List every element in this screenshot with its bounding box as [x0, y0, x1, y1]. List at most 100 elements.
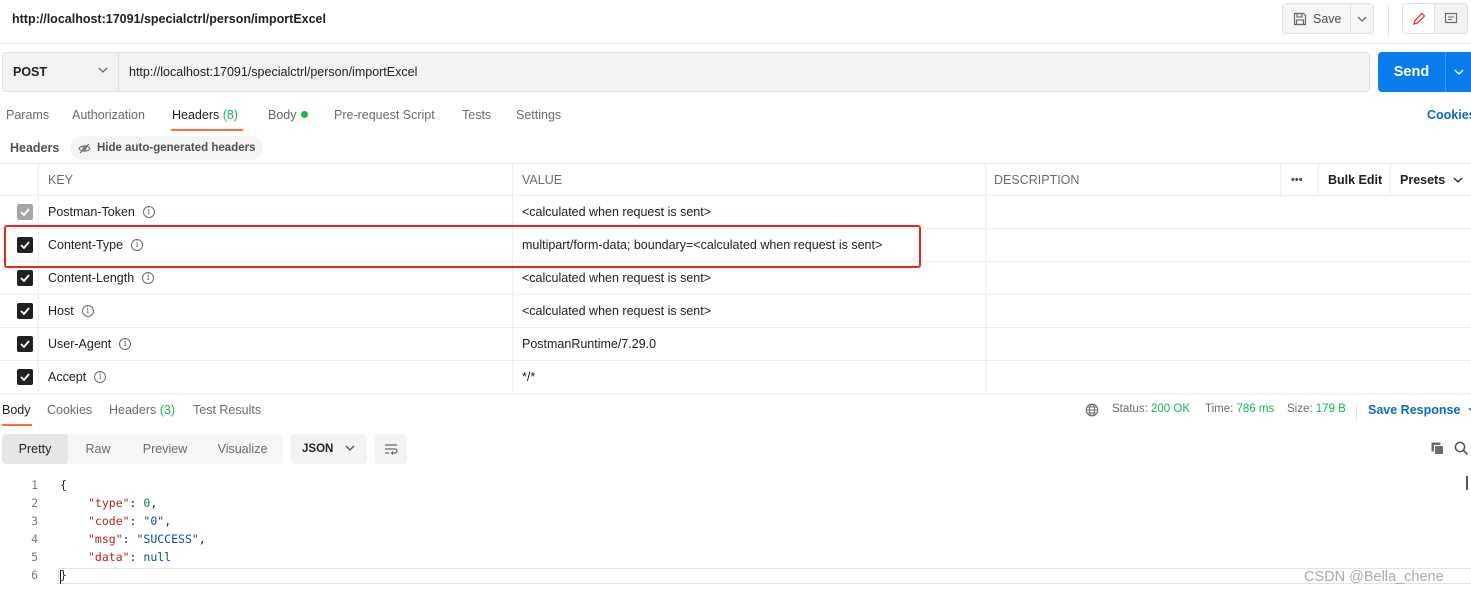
- save-options-button[interactable]: [1351, 4, 1373, 33]
- highlight-box: [4, 225, 921, 268]
- json-key: "type": [88, 496, 130, 510]
- code-line: "code": "0",: [88, 514, 172, 528]
- hide-auto-headers-button[interactable]: Hide auto-generated headers: [70, 136, 264, 160]
- globe-icon[interactable]: [1085, 403, 1099, 417]
- row-checkbox[interactable]: [17, 204, 33, 220]
- comment-icon: [1444, 12, 1458, 23]
- response-tab-body[interactable]: Body: [2, 403, 31, 417]
- request-name[interactable]: http://localhost:17091/specialctrl/perso…: [12, 12, 326, 26]
- column-header-description: DESCRIPTION: [994, 172, 1080, 187]
- response-headers-count: (3): [159, 403, 176, 417]
- header-key-cell[interactable]: User-Agent i: [48, 328, 132, 360]
- save-response-button[interactable]: Save Response: [1368, 403, 1471, 417]
- view-pretty-button[interactable]: Pretty: [2, 434, 68, 464]
- info-icon[interactable]: i: [81, 305, 94, 317]
- tab-prerequest-script[interactable]: Pre-request Script: [334, 108, 435, 122]
- header-key-cell[interactable]: Accept i: [48, 361, 107, 393]
- tab-settings[interactable]: Settings: [516, 108, 561, 122]
- more-options-button[interactable]: •••: [1291, 164, 1303, 195]
- tab-headers[interactable]: Headers (8): [172, 108, 238, 122]
- tab-body[interactable]: Body: [268, 108, 308, 122]
- mode-toggle[interactable]: [1402, 3, 1468, 34]
- header-key: Content-Length: [48, 271, 135, 285]
- method-select[interactable]: POST: [2, 52, 118, 92]
- line-number: 6: [31, 568, 38, 582]
- line-number: 2: [31, 496, 38, 510]
- send-options-button[interactable]: [1445, 52, 1471, 92]
- response-tab-test-results[interactable]: Test Results: [193, 403, 261, 417]
- text-cursor: [60, 570, 61, 584]
- json-comma: ,: [150, 496, 158, 510]
- check-icon: [20, 274, 30, 282]
- row-checkbox[interactable]: [17, 303, 33, 319]
- code-line: }: [60, 568, 67, 582]
- table-row: Accept i */*: [0, 361, 1471, 394]
- info-icon[interactable]: i: [142, 272, 155, 284]
- tab-authorization[interactable]: Authorization: [72, 108, 145, 122]
- search-icon[interactable]: [1454, 441, 1469, 456]
- response-tab-headers-label: Headers: [109, 403, 157, 417]
- format-label: JSON: [302, 443, 334, 455]
- row-checkbox[interactable]: [17, 369, 33, 385]
- watermark: CSDN @Bella_chene: [1304, 569, 1444, 585]
- response-tab-cookies[interactable]: Cookies: [47, 403, 92, 417]
- chevron-down-icon: [345, 445, 355, 451]
- save-button-group[interactable]: Save: [1282, 3, 1374, 34]
- json-value: "0": [143, 514, 165, 528]
- url-input[interactable]: http://localhost:17091/specialctrl/perso…: [118, 52, 1370, 92]
- info-icon[interactable]: i: [94, 371, 107, 383]
- header-key: User-Agent: [48, 337, 112, 351]
- headers-section-title: Headers: [10, 141, 60, 155]
- info-icon[interactable]: i: [142, 206, 155, 218]
- status-value: 200 OK: [1151, 403, 1191, 415]
- info-icon[interactable]: i: [119, 338, 132, 350]
- edit-mode-button[interactable]: [1403, 4, 1435, 33]
- json-comma: ,: [198, 532, 206, 546]
- url-value: http://localhost:17091/specialctrl/perso…: [129, 65, 418, 79]
- wrap-lines-icon: [385, 444, 398, 455]
- save-button[interactable]: Save: [1283, 4, 1351, 33]
- row-checkbox[interactable]: [17, 336, 33, 352]
- request-tabs: Params Authorization Headers (8) Body Pr…: [0, 104, 1471, 132]
- wrap-lines-button[interactable]: [375, 434, 407, 464]
- comments-button[interactable]: [1435, 4, 1467, 33]
- code-line: "data": null: [88, 550, 172, 564]
- response-time[interactable]: Time: 786 ms: [1205, 403, 1274, 415]
- divider: [1388, 6, 1389, 36]
- current-line-highlight: [58, 568, 1471, 584]
- header-value[interactable]: <calculated when request is sent>: [522, 196, 711, 228]
- format-select[interactable]: JSON: [291, 434, 367, 464]
- send-button[interactable]: Send: [1378, 64, 1445, 80]
- send-button-group[interactable]: Send: [1378, 52, 1471, 92]
- row-checkbox[interactable]: [17, 270, 33, 286]
- view-visualize-button[interactable]: Visualize: [202, 434, 283, 464]
- header-value[interactable]: <calculated when request is sent>: [522, 295, 711, 327]
- copy-icon[interactable]: [1430, 441, 1445, 456]
- json-value: null: [143, 550, 172, 564]
- view-preview-button[interactable]: Preview: [128, 434, 202, 464]
- cookies-link[interactable]: Cookies: [1427, 108, 1471, 122]
- header-key-cell[interactable]: Host i: [48, 295, 94, 327]
- column-divider: [1390, 164, 1391, 197]
- check-icon: [20, 373, 30, 381]
- scrollbar[interactable]: [1466, 476, 1468, 490]
- response-status[interactable]: Status: 200 OK: [1112, 403, 1190, 415]
- bulk-edit-button[interactable]: Bulk Edit: [1328, 164, 1382, 195]
- code-line: "msg": "SUCCESS",: [88, 532, 206, 546]
- chevron-down-icon: [1454, 69, 1463, 75]
- presets-button[interactable]: Presets: [1400, 164, 1463, 195]
- header-key: Host: [48, 304, 74, 318]
- table-row: Host i <calculated when request is sent>: [0, 295, 1471, 328]
- tab-headers-label: Headers: [172, 108, 220, 122]
- view-raw-button[interactable]: Raw: [68, 434, 128, 464]
- header-value[interactable]: PostmanRuntime/7.29.0: [522, 328, 656, 360]
- column-header-key: KEY: [48, 172, 74, 187]
- tab-tests[interactable]: Tests: [462, 108, 491, 122]
- header-value[interactable]: */*: [522, 361, 535, 393]
- response-tab-headers[interactable]: Headers (3): [109, 403, 175, 417]
- header-key-cell[interactable]: Postman-Token i: [48, 196, 155, 228]
- table-header-row: KEY VALUE DESCRIPTION ••• Bulk Edit Pres…: [0, 163, 1471, 197]
- check-icon: [20, 208, 30, 216]
- tab-params[interactable]: Params: [6, 108, 49, 122]
- response-size[interactable]: Size: 179 B: [1287, 403, 1346, 415]
